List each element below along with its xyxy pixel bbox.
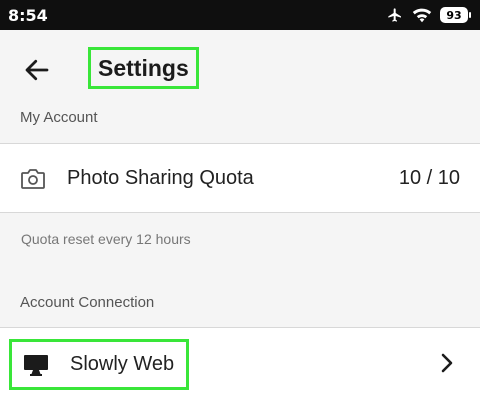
- section-label-my-account: My Account: [20, 109, 98, 126]
- status-icons: 93: [386, 7, 471, 23]
- status-bar: 8:54 93: [0, 0, 480, 30]
- status-time: 8:54: [8, 5, 48, 25]
- chevron-right-icon[interactable]: [440, 353, 454, 373]
- slowly-web-label: Slowly Web: [70, 353, 175, 375]
- camera-icon: [21, 169, 45, 189]
- quota-label: Photo Sharing Quota: [67, 167, 254, 189]
- back-arrow-icon[interactable]: [22, 55, 52, 85]
- airplane-icon: [388, 8, 401, 22]
- section-label-account-connection: Account Connection: [20, 294, 155, 311]
- page-title: Settings: [88, 47, 199, 89]
- wifi-icon: [412, 8, 432, 23]
- slowly-web-row[interactable]: Slowly Web: [0, 327, 480, 405]
- battery-icon: 93: [440, 7, 471, 23]
- slowly-web-item[interactable]: Slowly Web: [9, 339, 189, 390]
- quota-value: 10 / 10: [398, 167, 460, 189]
- photo-sharing-quota-row: Photo Sharing Quota 10 / 10: [0, 143, 480, 213]
- monitor-icon: [24, 354, 48, 376]
- quota-note: Quota reset every 12 hours: [21, 231, 191, 247]
- app-header: Settings: [0, 30, 480, 108]
